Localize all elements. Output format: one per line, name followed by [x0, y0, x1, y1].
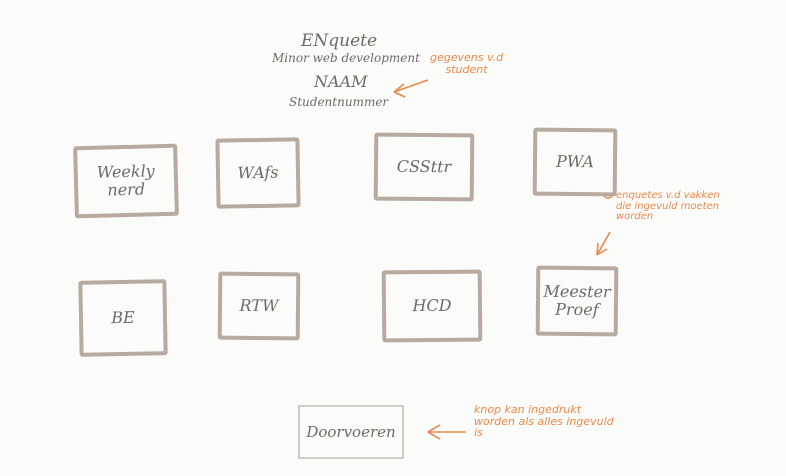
submit-annotation: knop kan ingedrukt worden als alles inge… — [474, 403, 614, 440]
subjects-arrow-icon — [596, 231, 611, 256]
subject-tile-wafs[interactable]: WAfs — [215, 137, 301, 209]
student-info-annotation: gegevens v.d student — [430, 51, 504, 76]
student-number-label: Studentnummer — [289, 95, 389, 109]
student-info-arrow-icon — [393, 79, 429, 98]
subject-tile-pwa[interactable]: PWA — [532, 127, 618, 197]
subject-tile-hcd[interactable]: HCD — [381, 269, 483, 343]
name-label: NAAM — [314, 72, 368, 91]
subject-tile-meesterproef[interactable]: Meester Proef — [535, 265, 619, 337]
subject-tile-be[interactable]: BE — [78, 279, 168, 357]
page-subtitle: Minor web development — [272, 51, 420, 65]
submit-button[interactable]: Doorvoeren — [298, 405, 404, 459]
subject-tile-weekly-nerd[interactable]: Weekly nerd — [73, 143, 179, 219]
page-title: ENquete — [301, 31, 378, 51]
subjects-annotation: enquetes v.d vakken die ingevuld moeten … — [616, 190, 720, 222]
submit-arrow-icon — [427, 424, 466, 440]
subject-tile-css-ttr[interactable]: CSSttr — [373, 132, 475, 202]
subject-tile-rtw[interactable]: RTW — [217, 271, 301, 341]
